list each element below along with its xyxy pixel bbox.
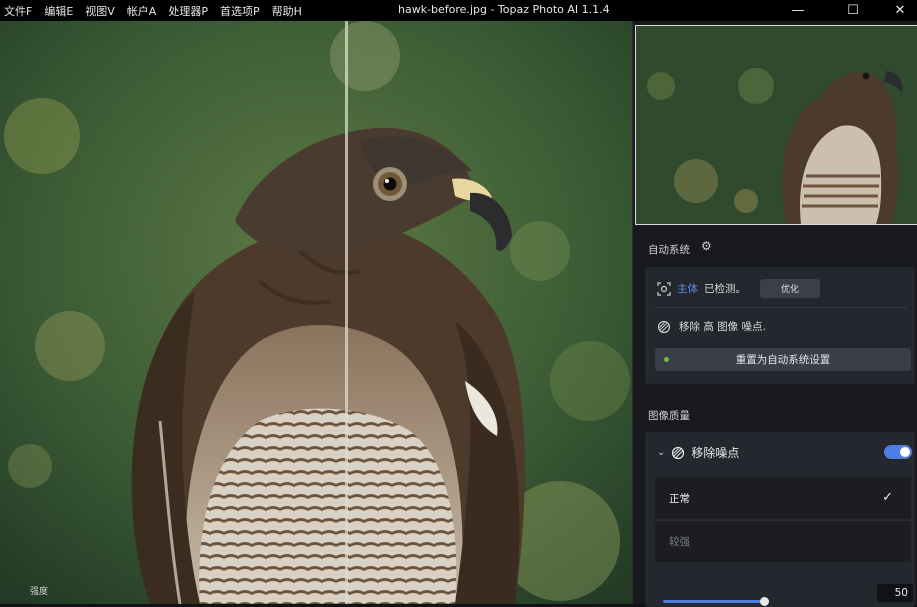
subject-target-icon: [657, 281, 671, 296]
menu-processor[interactable]: 处理器P: [168, 3, 208, 19]
option-normal-label: 正常: [669, 492, 690, 505]
option-strong[interactable]: 较强: [655, 520, 911, 562]
reset-autopilot-label: 重置为自动系统设置: [735, 354, 831, 366]
chevron-down-icon[interactable]: ⌄: [657, 447, 665, 458]
minimize-button[interactable]: —: [778, 0, 818, 21]
navigator-thumbnail[interactable]: [635, 25, 917, 225]
menu-help[interactable]: 帮助H: [272, 3, 302, 19]
status-dot: [664, 357, 669, 362]
denoise-icon: [672, 446, 685, 459]
close-button[interactable]: ✕: [880, 0, 917, 21]
denoise-header[interactable]: ⌄ 移除噪点: [657, 444, 739, 461]
maximize-button[interactable]: ☐: [833, 0, 873, 21]
strength-slider-thumb[interactable]: [760, 597, 769, 606]
optimize-button[interactable]: 优化: [760, 279, 820, 298]
comparison-divider-handle[interactable]: [345, 21, 348, 604]
subject-status: 已检测。: [704, 283, 746, 295]
image-canvas[interactable]: [0, 21, 632, 604]
menu-preferences[interactable]: 首选项P: [220, 3, 260, 19]
menu-edit[interactable]: 编辑E: [44, 3, 73, 19]
reset-autopilot-button[interactable]: 重置为自动系统设置: [655, 348, 911, 371]
denoise-card: ⌄ 移除噪点 正常 ✓ 较强: [645, 432, 915, 607]
subject-link[interactable]: 主体: [677, 281, 698, 296]
right-panel: 自动系统 ⚙ 主体 已检测。 优化 移除 高 图像 噪点. 重置为自动系统设置 …: [632, 21, 917, 607]
image-quality-label: 图像质量: [648, 410, 690, 422]
strength-value-input[interactable]: 50: [877, 584, 913, 602]
denoise-title: 移除噪点: [691, 446, 740, 460]
check-icon: ✓: [882, 490, 893, 505]
option-strong-label: 较强: [669, 536, 690, 548]
thumbnail-image: [636, 26, 917, 224]
divider: [655, 307, 907, 308]
menu-account[interactable]: 帐户A: [127, 3, 157, 19]
menu-view[interactable]: 视图V: [85, 3, 115, 19]
denoise-hint: 移除 高 图像 噪点.: [679, 321, 766, 333]
autopilot-label: 自动系统: [648, 244, 690, 256]
menu-file[interactable]: 文件F: [4, 3, 32, 19]
strength-label: 强度: [30, 587, 49, 597]
denoise-icon: [657, 320, 671, 333]
autopilot-card: 主体 已检测。 优化 移除 高 图像 噪点. 重置为自动系统设置: [645, 267, 915, 384]
hawk-photo: [0, 21, 632, 604]
denoise-toggle[interactable]: [884, 445, 912, 459]
menu-bar: 文件F 编辑E 视图V 帐户A 处理器P 首选项P 帮助H: [0, 3, 302, 19]
toggle-knob: [900, 447, 910, 457]
title-bar: 文件F 编辑E 视图V 帐户A 处理器P 首选项P 帮助H hawk-befor…: [0, 0, 917, 21]
window-title: hawk-before.jpg - Topaz Photo AI 1.1.4: [398, 3, 610, 16]
strength-slider-track[interactable]: [663, 600, 765, 603]
gear-icon[interactable]: ⚙: [701, 240, 713, 252]
option-normal[interactable]: 正常 ✓: [655, 477, 911, 519]
